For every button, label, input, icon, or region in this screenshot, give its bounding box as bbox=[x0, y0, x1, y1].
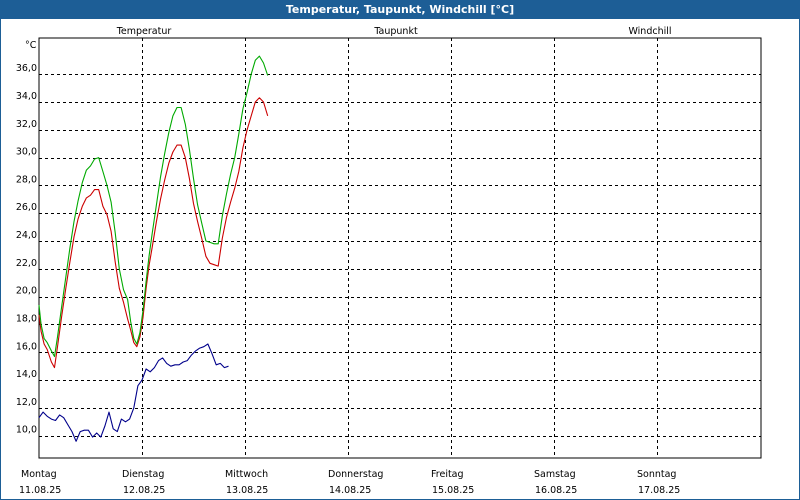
y-tick-label: 26,0 bbox=[16, 202, 37, 213]
x-tick-date: 13.08.25 bbox=[226, 485, 268, 496]
x-tick-date: 14.08.25 bbox=[329, 485, 371, 496]
y-tick-label: 34,0 bbox=[16, 91, 37, 102]
taupunkt-line bbox=[38, 343, 229, 442]
y-tick-label: 32,0 bbox=[16, 119, 37, 130]
y-tick-label: 28,0 bbox=[16, 174, 37, 185]
y-tick-label: 12,0 bbox=[16, 397, 37, 408]
x-tick-date: 11.08.25 bbox=[19, 485, 61, 496]
legend: Temperatur Taupunkt Windchill bbox=[116, 26, 672, 37]
y-tick-label: 30,0 bbox=[16, 147, 37, 158]
x-tick-date: 15.08.25 bbox=[432, 485, 474, 496]
x-tick-date: 17.08.25 bbox=[638, 485, 680, 496]
series-lines bbox=[38, 55, 269, 442]
x-tick-day: Samstag bbox=[534, 469, 576, 480]
y-tick-label: 18,0 bbox=[16, 313, 37, 324]
grid bbox=[39, 38, 761, 458]
x-tick-day: Montag bbox=[21, 469, 57, 480]
y-tick-label: 36,0 bbox=[16, 63, 37, 74]
x-tick-labels: Montag 11.08.25 Dienstag 12.08.25 Mittwoch 13… bbox=[19, 469, 680, 496]
y-tick-label: 16,0 bbox=[16, 341, 37, 352]
y-tick-label: 14,0 bbox=[16, 369, 37, 380]
y-tick-label: 20,0 bbox=[16, 286, 37, 297]
windchill-line bbox=[38, 55, 269, 358]
x-tick-day: Mittwoch bbox=[225, 469, 268, 480]
x-tick-date: 12.08.25 bbox=[123, 485, 165, 496]
x-tick-date: 16.08.25 bbox=[535, 485, 577, 496]
y-tick-label: 24,0 bbox=[16, 230, 37, 241]
plot-border bbox=[38, 37, 762, 459]
legend-entry: Temperatur bbox=[116, 26, 172, 37]
y-tick-label: 22,0 bbox=[16, 258, 37, 269]
x-tick-day: Freitag bbox=[431, 469, 464, 480]
x-tick-day: Donnerstag bbox=[328, 469, 383, 480]
x-tick-day: Sonntag bbox=[637, 469, 676, 480]
y-tick-label: 10,0 bbox=[16, 425, 37, 436]
y-tick-labels: 10,0 12,0 14,0 16,0 18,0 20,0 22,0 24,0 26,0 28,0… bbox=[16, 63, 37, 436]
temperatur-line bbox=[38, 97, 269, 369]
chart-canvas: °C Temperatur Taupunkt Windchill 10,012,01… bbox=[16, 26, 762, 496]
legend-entry: Taupunkt bbox=[373, 26, 418, 37]
y-axis-unit: °C bbox=[25, 40, 37, 51]
legend-entry: Windchill bbox=[628, 26, 671, 37]
x-tick-day: Dienstag bbox=[122, 469, 164, 480]
